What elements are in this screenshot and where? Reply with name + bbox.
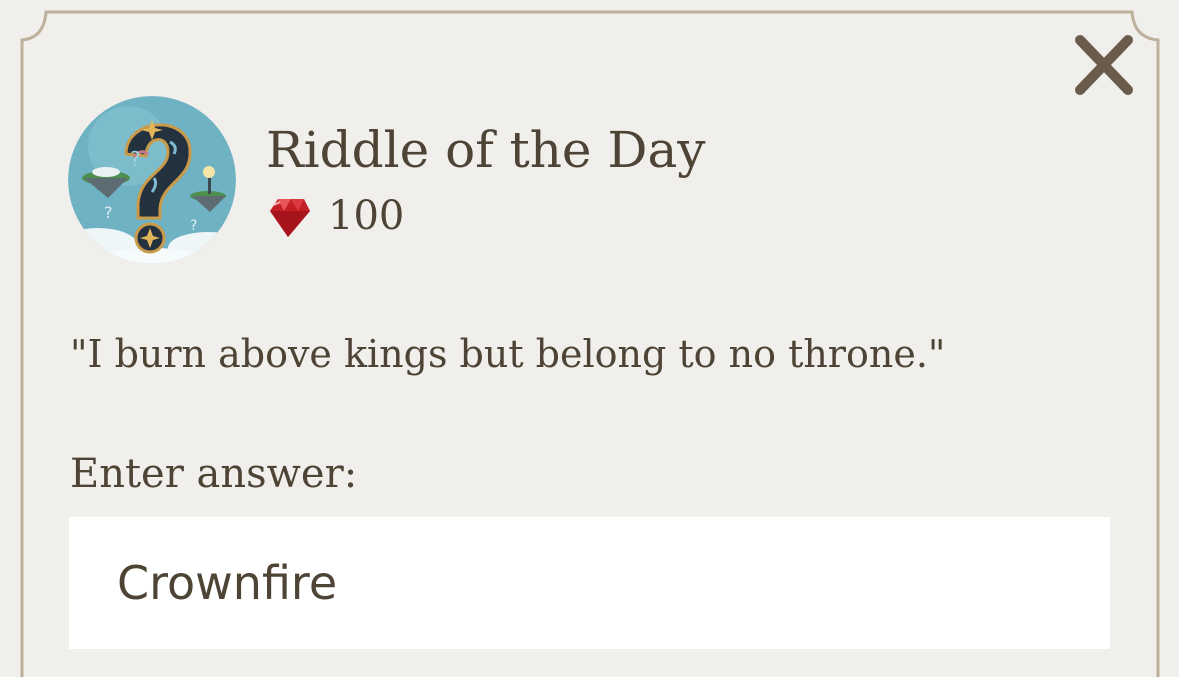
ruby-gem-icon [270, 199, 310, 237]
answer-input[interactable] [69, 517, 1110, 649]
close-icon [1075, 35, 1133, 95]
riddle-title: Riddle of the Day [266, 121, 706, 179]
reward-amount: 100 [328, 193, 405, 239]
question-mark-emblem-icon: ? ? ? [68, 96, 236, 264]
answer-label: Enter answer: [70, 451, 358, 497]
answer-field[interactable] [69, 517, 1110, 649]
riddle-text: "I burn above kings but belong to no thr… [70, 332, 946, 376]
svg-text:?: ? [190, 218, 197, 234]
riddle-avatar: ? ? ? [68, 96, 236, 264]
svg-text:?: ? [130, 147, 141, 171]
reward-row: 100 [264, 190, 404, 242]
svg-text:?: ? [104, 203, 113, 222]
close-button[interactable] [1070, 32, 1138, 98]
